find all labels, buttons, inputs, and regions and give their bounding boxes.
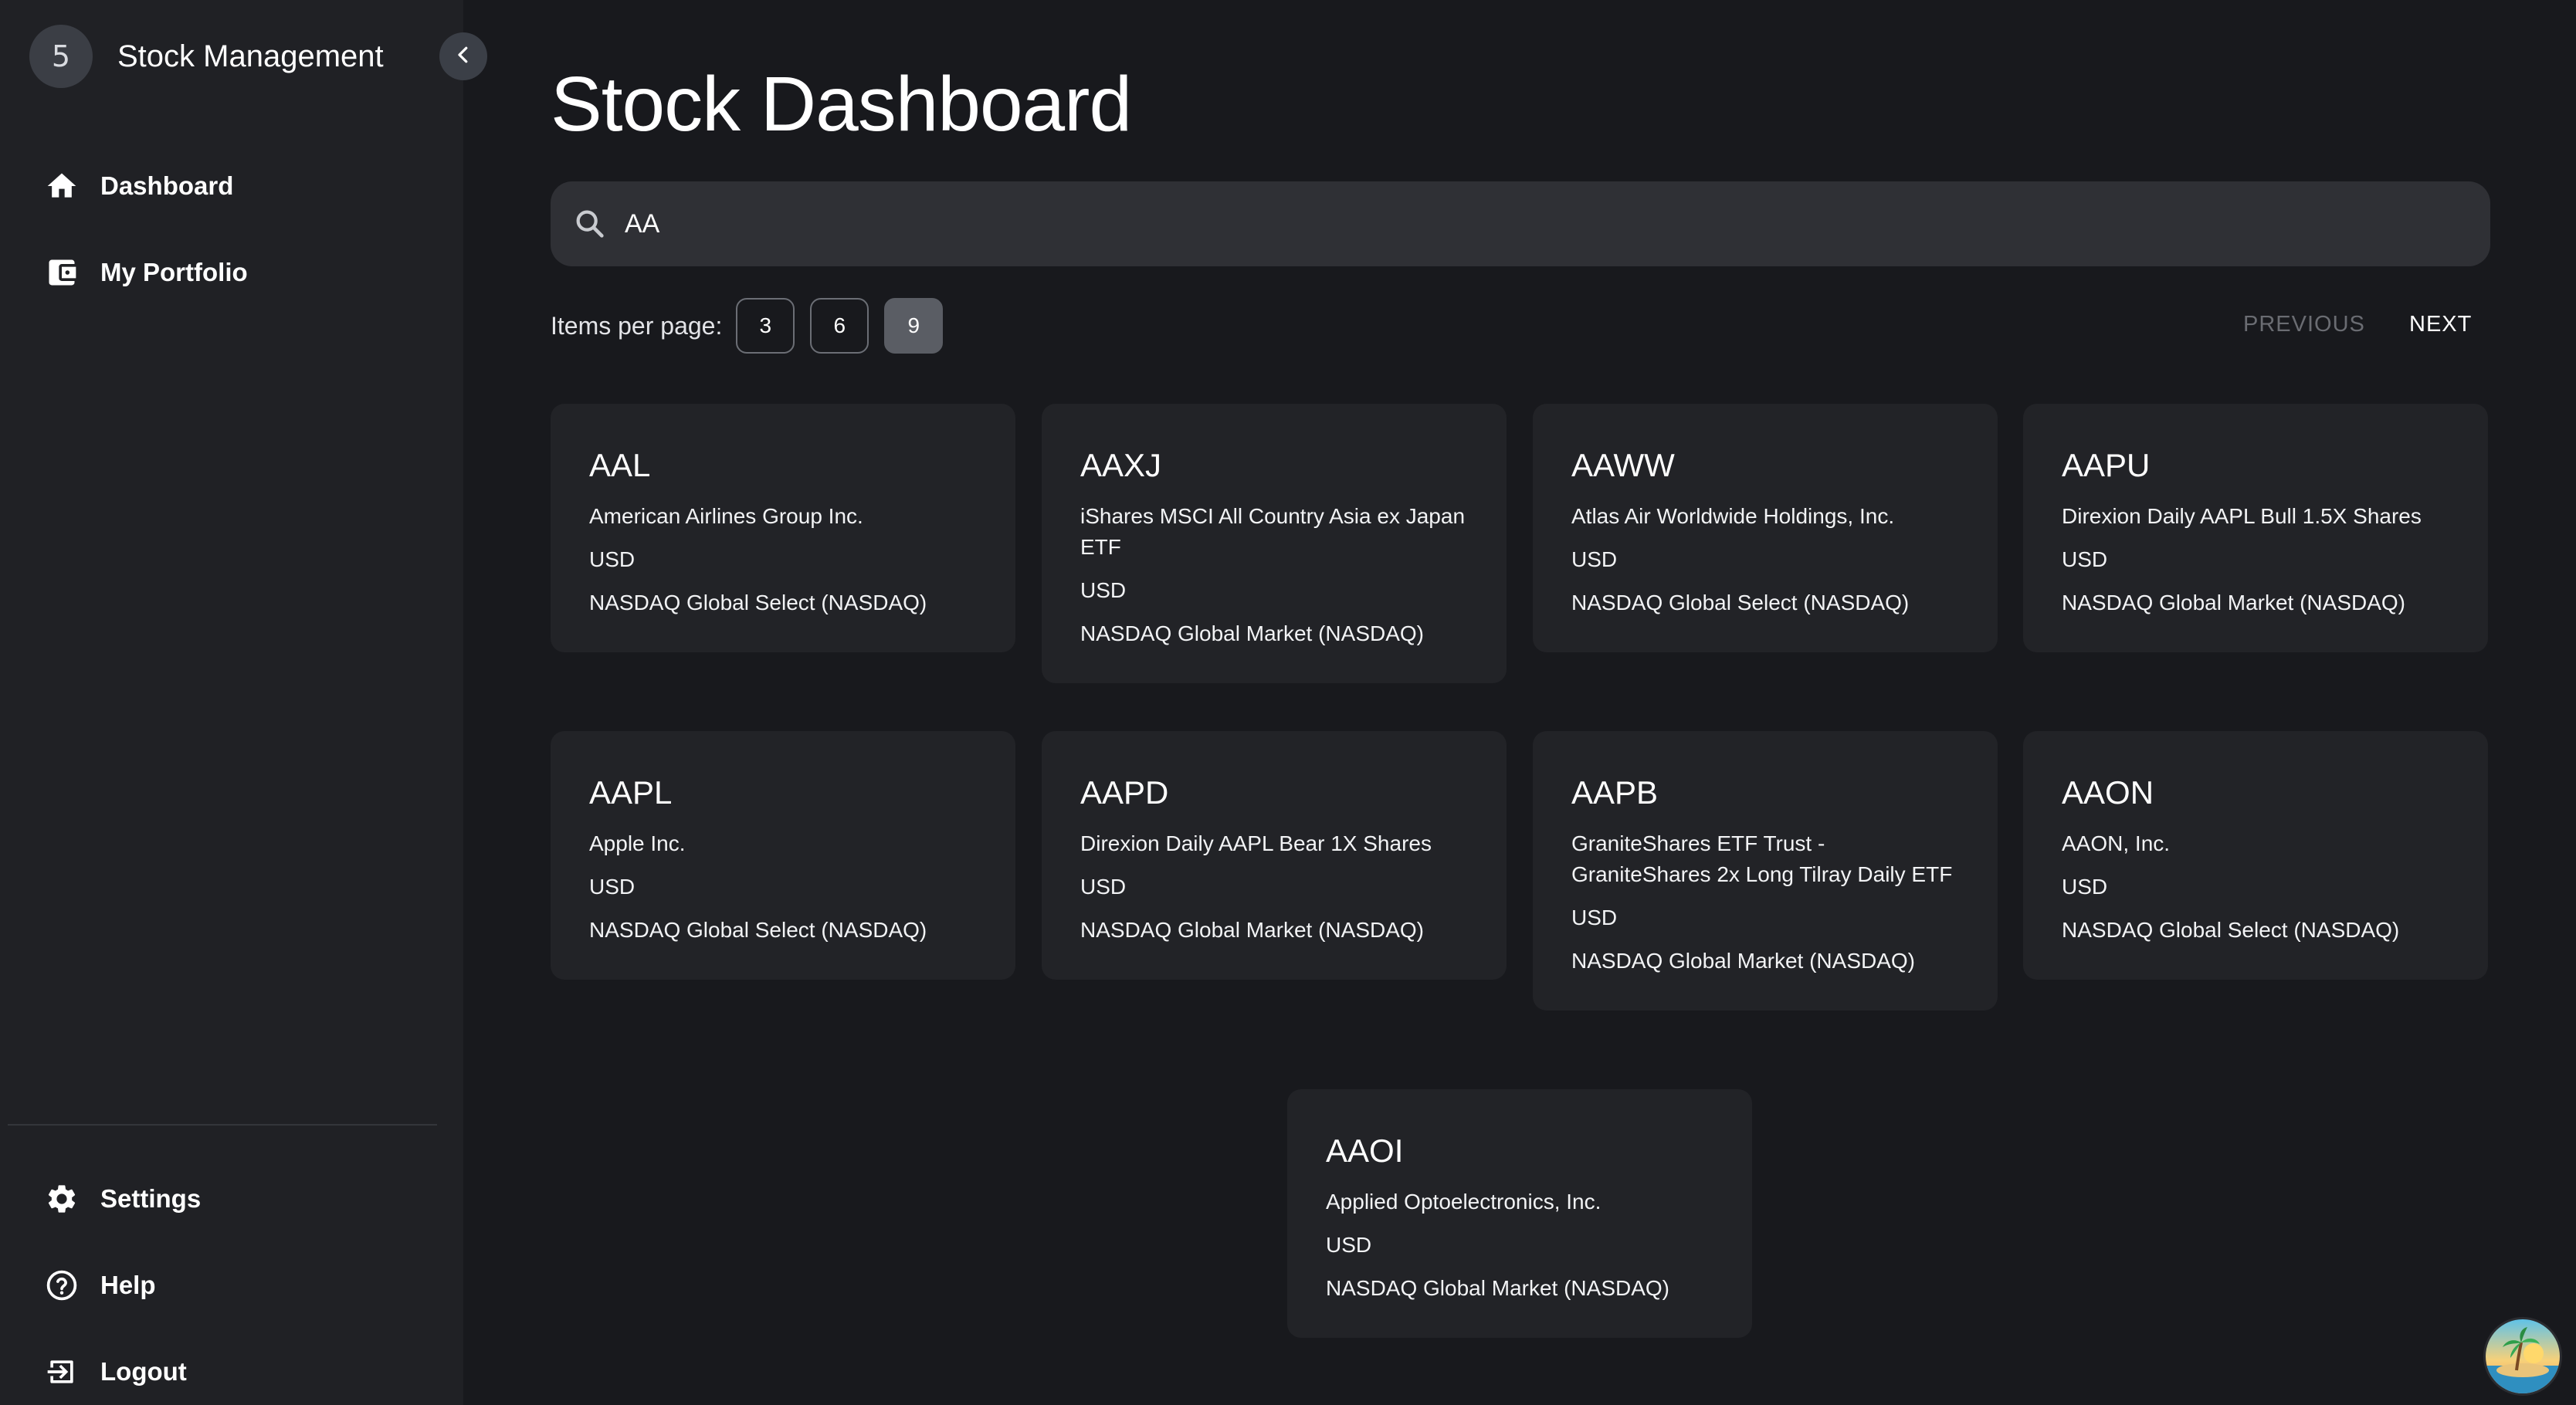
- gear-icon: [43, 1180, 80, 1217]
- stock-exchange: NASDAQ Global Select (NASDAQ): [1571, 591, 1910, 614]
- stock-card[interactable]: AAPD Direxion Daily AAPL Bear 1X Shares …: [1042, 731, 1507, 980]
- stock-card[interactable]: AAWW Atlas Air Worldwide Holdings, Inc. …: [1533, 404, 1998, 652]
- home-icon: [43, 168, 80, 205]
- sidebar-item-label: Logout: [100, 1357, 187, 1386]
- stock-exchange: NASDAQ Global Select (NASDAQ): [2062, 918, 2400, 942]
- previous-page-button[interactable]: PREVIOUS: [2243, 312, 2365, 337]
- page-title: Stock Dashboard: [551, 61, 1132, 147]
- page-size-6-button[interactable]: 6: [810, 298, 869, 354]
- stock-symbol: AAOI: [1326, 1132, 1404, 1169]
- stock-symbol: AAPB: [1571, 774, 1659, 811]
- stock-symbol: AAPL: [589, 774, 673, 811]
- stock-symbol: AAL: [589, 447, 651, 483]
- stock-card[interactable]: AAL American Airlines Group Inc. USD NAS…: [551, 404, 1015, 652]
- stock-exchange: NASDAQ Global Select (NASDAQ): [589, 591, 927, 614]
- brand-logo: 5: [29, 25, 93, 88]
- chevron-left-icon: [452, 43, 475, 70]
- help-circle-icon: [43, 1267, 80, 1304]
- sidebar-item-my-portfolio[interactable]: My Portfolio: [43, 254, 248, 291]
- stock-card[interactable]: AAXJ iShares MSCI All Country Asia ex Ja…: [1042, 404, 1507, 683]
- brand[interactable]: 5 Stock Management: [29, 25, 384, 88]
- logout-icon: [43, 1353, 80, 1390]
- sidebar-item-settings[interactable]: Settings: [43, 1180, 201, 1217]
- stock-name: AAON, Inc.: [2062, 831, 2171, 855]
- sidebar-item-label: Settings: [100, 1184, 202, 1213]
- stock-name: Applied Optoelectronics, Inc.: [1326, 1190, 1602, 1214]
- stock-name: iShares MSCI All Country Asia ex Japan E…: [1080, 504, 1466, 559]
- user-avatar[interactable]: [2483, 1317, 2562, 1396]
- sidebar-item-help[interactable]: Help: [43, 1267, 156, 1304]
- stock-currency: USD: [589, 547, 636, 571]
- stock-name: Direxion Daily AAPL Bull 1.5X Shares: [2062, 504, 2422, 528]
- search-bar[interactable]: [551, 181, 2490, 266]
- stock-symbol: AAON: [2062, 774, 2154, 811]
- items-per-page-control: Items per page: 3 6 9: [551, 298, 958, 354]
- stock-symbol: AAPU: [2062, 447, 2151, 483]
- sidebar-item-dashboard[interactable]: Dashboard: [43, 168, 233, 205]
- stock-symbol: AAXJ: [1080, 447, 1162, 483]
- items-per-page-label: Items per page:: [551, 311, 723, 340]
- stock-currency: USD: [1080, 875, 1127, 899]
- collapse-sidebar-button[interactable]: [439, 32, 487, 80]
- sidebar: 5 Stock Management Dashboard My Portfoli…: [0, 0, 463, 1405]
- stock-card[interactable]: AAPB GraniteShares ETF Trust - GraniteSh…: [1533, 731, 1998, 1011]
- sidebar-item-logout[interactable]: Logout: [43, 1353, 187, 1390]
- search-icon: [572, 206, 608, 242]
- stock-name: American Airlines Group Inc.: [589, 504, 863, 528]
- stock-card[interactable]: AAOI Applied Optoelectronics, Inc. USD N…: [1287, 1089, 1752, 1338]
- stock-symbol: AAWW: [1571, 447, 1675, 483]
- sidebar-item-label: Help: [100, 1271, 156, 1299]
- next-page-button[interactable]: NEXT: [2409, 312, 2472, 337]
- page-size-3-button[interactable]: 3: [736, 298, 795, 354]
- brand-title: Stock Management: [117, 39, 384, 73]
- sidebar-item-label: My Portfolio: [100, 258, 248, 286]
- stock-exchange: NASDAQ Global Market (NASDAQ): [1080, 918, 1424, 942]
- stock-name: Atlas Air Worldwide Holdings, Inc.: [1571, 504, 1895, 528]
- search-input[interactable]: [623, 208, 2402, 240]
- wallet-icon: [43, 254, 80, 291]
- stock-exchange: NASDAQ Global Select (NASDAQ): [589, 918, 927, 942]
- page-size-9-button[interactable]: 9: [884, 298, 944, 354]
- stock-currency: USD: [1080, 578, 1127, 602]
- stock-card[interactable]: AAON AAON, Inc. USD NASDAQ Global Select…: [2023, 731, 2488, 980]
- sidebar-divider: [8, 1124, 437, 1126]
- stock-symbol: AAPD: [1080, 774, 1169, 811]
- stock-exchange: NASDAQ Global Market (NASDAQ): [1080, 621, 1424, 645]
- stock-name: Apple Inc.: [589, 831, 686, 855]
- stock-name: Direxion Daily AAPL Bear 1X Shares: [1080, 831, 1432, 855]
- stock-currency: USD: [1326, 1233, 1372, 1257]
- stock-currency: USD: [589, 875, 636, 899]
- stock-card[interactable]: AAPU Direxion Daily AAPL Bull 1.5X Share…: [2023, 404, 2488, 652]
- sidebar-item-label: Dashboard: [100, 171, 234, 200]
- stock-currency: USD: [2062, 875, 2108, 899]
- stock-exchange: NASDAQ Global Market (NASDAQ): [2062, 591, 2405, 614]
- stock-currency: USD: [2062, 547, 2108, 571]
- stock-currency: USD: [1571, 906, 1618, 929]
- stock-currency: USD: [1571, 547, 1618, 571]
- stock-exchange: NASDAQ Global Market (NASDAQ): [1326, 1276, 1669, 1300]
- stock-exchange: NASDAQ Global Market (NASDAQ): [1571, 949, 1915, 973]
- stock-name: GraniteShares ETF Trust - GraniteShares …: [1571, 831, 1953, 886]
- island-avatar-icon: [2486, 1319, 2560, 1393]
- stock-card[interactable]: AAPL Apple Inc. USD NASDAQ Global Select…: [551, 731, 1015, 980]
